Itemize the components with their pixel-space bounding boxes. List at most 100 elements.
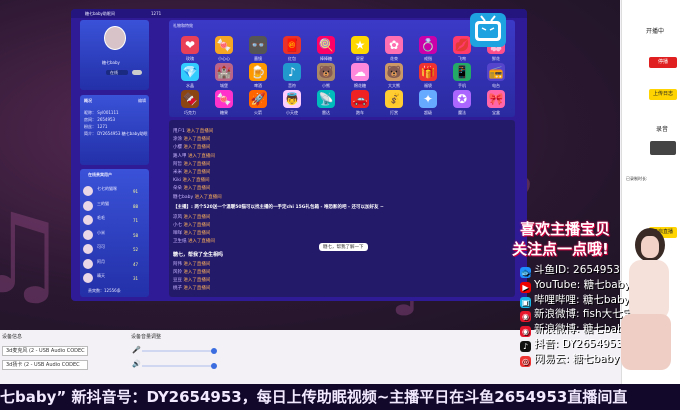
gift-item[interactable]: 🍫 巧克力 — [175, 90, 205, 116]
gifts-title: 礼物和特效 — [173, 23, 193, 28]
app-title: 糖七baby助眠间 — [85, 11, 115, 16]
gift-icon: 🍬 — [215, 36, 233, 54]
gift-icon: 🍬 — [215, 90, 233, 108]
list-item[interactable]: 小米 58 — [83, 229, 146, 241]
record-duration: 已录制时长: — [626, 176, 648, 181]
gift-icon: 👼 — [283, 90, 301, 108]
gift-item[interactable]: 🍬 小心心 — [209, 36, 239, 62]
gift-icon: ♪ — [283, 63, 301, 81]
gift-item[interactable]: 👼 小天使 — [277, 90, 307, 116]
gift-item[interactable]: 🧧 红包 — [277, 36, 307, 62]
avatar[interactable] — [104, 26, 126, 50]
gift-icon: 📡 — [317, 90, 335, 108]
user-name: 晴天 — [97, 273, 105, 278]
record-label: 录音 — [656, 126, 669, 133]
gift-item[interactable]: ☁ 棉花糖 — [345, 63, 375, 89]
gift-item[interactable]: ❤ 玫瑰 — [175, 36, 205, 62]
edit-link[interactable]: 编辑 — [138, 98, 146, 104]
speaker-select[interactable]: 3d扬卡 (2 - USB Audio CODEC — [2, 360, 88, 370]
gift-item[interactable]: 💰 打赏 — [379, 90, 409, 116]
list-item[interactable]: 可可 52 — [83, 243, 146, 255]
mic-select[interactable]: 3d麦克风 (2 - USB Audio CODEC — [2, 346, 88, 356]
chat-message: Kiki 进入了直播间 — [173, 178, 210, 184]
gift-item[interactable]: ✪ 魔法 — [447, 90, 477, 116]
gift-label: 糖果 — [220, 110, 228, 115]
chat-message: 阿哲 进入了直播间 — [173, 161, 211, 167]
stream-app-window: 糖七baby助眠间 1271 糖七baby 在线 概况 编辑 昵称： Syl00… — [71, 9, 527, 301]
list-item[interactable]: 七七的猫咪 91 — [83, 185, 146, 197]
upload-log-button[interactable]: 上传日志 — [649, 89, 677, 100]
gift-item[interactable]: 🚗 跑车 — [345, 90, 375, 116]
mic-volume-slider[interactable] — [142, 348, 217, 354]
gift-label: 魔法 — [458, 110, 466, 115]
gift-icon: ☁ — [351, 63, 369, 81]
gift-icon: ✪ — [453, 90, 471, 108]
gift-item[interactable]: 💍 戒指 — [413, 36, 443, 62]
avatar — [83, 186, 93, 196]
chat-message: 米米 进入了直播间 — [173, 170, 211, 175]
list-item[interactable]: 三的猫 88 — [83, 200, 146, 212]
gift-item[interactable]: 👓 墨镜 — [243, 36, 273, 62]
chat-highlight: 糖七，帮我了全生相吗 — [173, 251, 224, 258]
list-item[interactable]: 毛毛 71 — [83, 214, 146, 226]
gift-item[interactable]: 🎀 宝盒 — [481, 90, 511, 116]
gift-icon: 🎁 — [419, 63, 437, 81]
gift-item[interactable]: 🐻 小熊 — [311, 63, 341, 89]
chat-message: 小樱 进入了直播间 — [173, 145, 211, 151]
gift-item[interactable]: ✦ 超级 — [413, 90, 443, 116]
user-name: 毛毛 — [97, 215, 105, 220]
room-id: 1271 — [151, 11, 162, 16]
gift-item[interactable]: 📱 手机 — [447, 63, 477, 89]
promo-overlay: 喜欢主播宝贝 关注点一点哦! 🐟 斗鱼ID: 2654953 ▶ YouTube: 糖… — [512, 218, 651, 370]
gift-label: 棒棒糖 — [320, 56, 332, 61]
status-badge: 在线 — [106, 70, 128, 75]
gift-item[interactable]: ♪ 音符 — [277, 63, 307, 89]
gift-item[interactable]: 💎 水晶 — [175, 63, 205, 89]
gift-item[interactable]: 🎁 福袋 — [413, 63, 443, 89]
gift-label: 鲜花 — [492, 56, 500, 61]
gift-item[interactable]: 🍺 啤酒 — [243, 63, 273, 89]
gift-icon: 🍭 — [317, 36, 335, 54]
chat-message: 朵朵 进入了直播间 — [173, 186, 211, 192]
gift-icon: 📱 — [453, 63, 471, 81]
gift-label: 音符 — [288, 83, 296, 88]
profile-toggle[interactable] — [132, 70, 142, 75]
chat-notice: 【主播】: 两个520送一个温暖50猫可以找主播的一手定chi 15G礼包箱 -… — [173, 204, 384, 210]
promo-line: 🐟 斗鱼ID: 2654953 — [520, 264, 620, 278]
gift-item[interactable]: 🐻 大大熊 — [379, 63, 409, 89]
info-panel: 概况 编辑 昵称： Syl001111 房间： 2654953 粉丝： 1271… — [80, 95, 149, 165]
gift-item[interactable]: ★ 星星 — [345, 36, 375, 62]
gift-item[interactable]: 🏰 城堡 — [209, 63, 239, 89]
mic-icon: 🎤 — [132, 346, 141, 354]
gift-icon: 🏰 — [215, 63, 233, 81]
record-button[interactable] — [650, 141, 676, 155]
speaker-icon: 🔊 — [132, 360, 141, 368]
chat-message: 路人甲 进入了直播间 — [173, 153, 215, 159]
list-item[interactable]: 阿月 47 — [83, 258, 146, 270]
gift-item[interactable]: 🚀 火箭 — [243, 90, 273, 116]
gift-icon: 🐻 — [385, 63, 403, 81]
gift-item[interactable]: 🍭 棒棒糖 — [311, 36, 341, 62]
gift-item[interactable]: ✿ 花束 — [379, 36, 409, 62]
chat-message: 风铃 进入了直播间 — [173, 269, 211, 275]
gift-icon: 🧧 — [283, 36, 301, 54]
chat-message: 凉风 进入了直播间 — [173, 214, 211, 220]
gift-label: 城堡 — [220, 83, 228, 88]
promo-line: ♪ 抖音: DY2654953 — [520, 336, 623, 352]
speaker-volume-slider[interactable] — [142, 363, 217, 369]
gift-label: 小熊 — [322, 83, 330, 88]
gift-item[interactable]: 📡 雷达 — [311, 90, 341, 116]
gift-label: 雷达 — [322, 110, 330, 115]
user-level: 47 — [133, 261, 139, 267]
gift-item[interactable]: 🍬 糖果 — [209, 90, 239, 116]
chat-message: 小七 进入了直播间 — [173, 223, 211, 228]
gift-icon: ★ — [351, 36, 369, 54]
gift-label: 手机 — [458, 83, 466, 88]
list-item[interactable]: 晴天 31 — [83, 272, 146, 284]
gift-item[interactable]: 📻 电台 — [481, 63, 511, 89]
info-line: 房间： 2654953 — [84, 117, 116, 122]
user-level: 31 — [133, 276, 139, 281]
profile-card: 糖七baby 在线 — [80, 20, 149, 90]
stop-button[interactable]: 停播 — [649, 57, 677, 68]
user-name: 七七的猫咪 — [97, 186, 117, 191]
